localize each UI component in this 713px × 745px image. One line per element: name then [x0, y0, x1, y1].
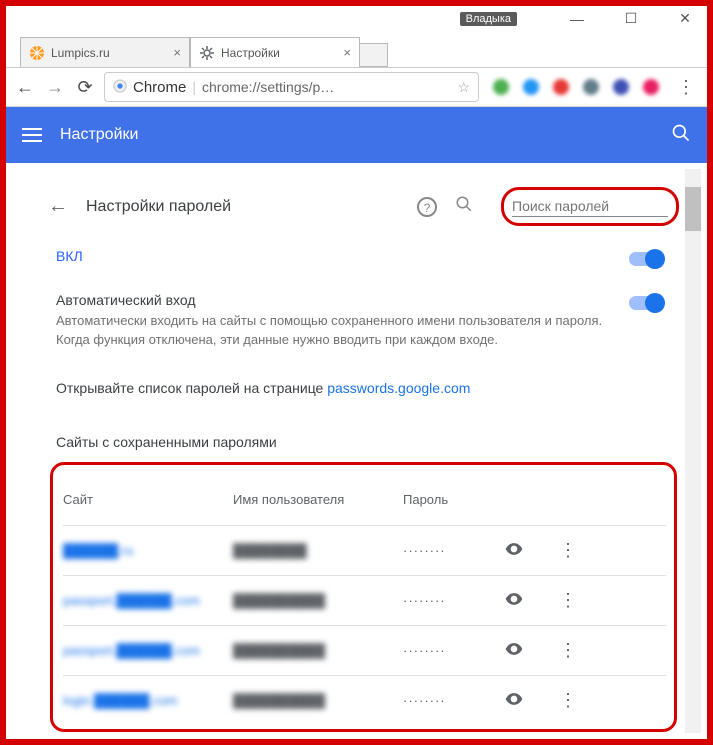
password-masked: ········ [403, 693, 503, 708]
tab-lumpics[interactable]: Lumpics.ru × [20, 37, 190, 67]
show-password-icon[interactable] [503, 539, 525, 561]
menu-icon[interactable] [22, 128, 42, 142]
settings-content: ← Настройки паролей ? ВКЛ Автоматический… [12, 169, 701, 733]
passwords-google-link[interactable]: passwords.google.com [327, 380, 470, 396]
password-site[interactable]: passport.██████.com [63, 593, 233, 608]
toolbar: ← → ⟳ Chrome | chrome://settings/p… ☆ ⋮ [6, 67, 707, 107]
password-site[interactable]: passport.██████.com [63, 643, 233, 658]
password-masked: ········ [403, 543, 503, 558]
table-row: passport.██████.com ██████████ ········ … [63, 625, 666, 675]
password-masked: ········ [403, 643, 503, 658]
chrome-icon [113, 79, 127, 96]
on-label: ВКЛ [56, 248, 615, 264]
help-icon[interactable]: ? [417, 197, 437, 217]
password-username: ██████████ [233, 593, 403, 608]
password-username: ██████████ [233, 643, 403, 658]
window-titlebar: Владыка — ☐ ✕ [6, 6, 707, 31]
settings-header: Настройки [6, 107, 707, 163]
table-row: passport.██████.com ██████████ ········ … [63, 575, 666, 625]
extension-icon[interactable] [553, 79, 569, 95]
saved-passwords-table: Сайт Имя пользователя Пароль ██████.ru █… [50, 462, 677, 732]
row-menu-button[interactable]: ⋮ [553, 690, 583, 711]
forward-button: → [44, 77, 66, 98]
row-menu-button[interactable]: ⋮ [553, 640, 583, 661]
show-password-icon[interactable] [503, 689, 525, 711]
show-password-icon[interactable] [503, 589, 525, 611]
extension-icon[interactable] [613, 79, 629, 95]
close-icon[interactable]: × [173, 45, 181, 60]
password-username: ██████████ [233, 693, 403, 708]
header-site: Сайт [63, 492, 233, 507]
search-icon[interactable] [671, 123, 691, 148]
new-tab-button[interactable] [360, 43, 388, 67]
back-arrow-icon[interactable]: ← [48, 195, 68, 218]
offer-passwords-row: ВКЛ [56, 248, 663, 266]
table-row: ██████.ru ████████ ········ ⋮ [63, 525, 666, 575]
window-minimize-button[interactable]: — [565, 11, 589, 27]
extension-icon[interactable] [523, 79, 539, 95]
passwords-subheader: ← Настройки паролей ? [12, 169, 701, 232]
scrollbar[interactable] [685, 169, 701, 733]
tab-label: Lumpics.ru [51, 46, 110, 60]
subpage-title: Настройки паролей [86, 198, 231, 216]
tab-strip: Lumpics.ru × Настройки × [6, 31, 707, 67]
table-header-row: Сайт Имя пользователя Пароль [63, 475, 666, 525]
row-menu-button[interactable]: ⋮ [553, 590, 583, 611]
bookmark-star-icon[interactable]: ☆ [457, 79, 470, 96]
password-username: ████████ [233, 543, 403, 558]
gear-icon [199, 45, 215, 61]
header-password: Пароль [403, 492, 503, 507]
row-menu-button[interactable]: ⋮ [553, 540, 583, 561]
extension-icon[interactable] [643, 79, 659, 95]
auto-signin-row: Автоматический вход Автоматически входит… [56, 292, 663, 350]
extension-icon[interactable] [583, 79, 599, 95]
auto-signin-description: Автоматически входить на сайты с помощью… [56, 312, 615, 350]
profile-chip[interactable]: Владыка [460, 12, 517, 26]
close-icon[interactable]: × [343, 45, 351, 60]
window-close-button[interactable]: ✕ [673, 10, 697, 27]
offer-passwords-toggle[interactable] [629, 252, 663, 266]
extensions-area [487, 79, 665, 95]
extension-icon[interactable] [493, 79, 509, 95]
window-maximize-button[interactable]: ☐ [619, 10, 643, 27]
back-button[interactable]: ← [14, 77, 36, 98]
page-title: Настройки [60, 126, 138, 144]
auto-signin-toggle[interactable] [629, 296, 663, 310]
browser-menu-button[interactable]: ⋮ [673, 77, 699, 98]
url-text: chrome://settings/p… [202, 79, 334, 95]
password-site[interactable]: ██████.ru [63, 543, 233, 558]
header-username: Имя пользователя [233, 492, 403, 507]
search-passwords-highlight [501, 187, 679, 226]
reload-button[interactable]: ⟳ [74, 77, 96, 98]
password-masked: ········ [403, 593, 503, 608]
show-password-icon[interactable] [503, 639, 525, 661]
scrollbar-thumb[interactable] [685, 187, 701, 231]
address-bar[interactable]: Chrome | chrome://settings/p… ☆ [104, 72, 479, 102]
search-passwords-input[interactable] [512, 196, 668, 217]
url-scheme-label: Chrome [133, 79, 186, 96]
table-row: login.██████.com ██████████ ········ ⋮ [63, 675, 666, 725]
search-icon [455, 195, 473, 218]
tab-label: Настройки [221, 46, 280, 60]
saved-passwords-title: Сайты с сохраненными паролями [56, 434, 701, 450]
tab-settings[interactable]: Настройки × [190, 37, 360, 67]
passwords-link-prefix: Открывайте список паролей на странице [56, 380, 327, 396]
favicon-icon [29, 45, 45, 61]
password-site[interactable]: login.██████.com [63, 693, 233, 708]
auto-signin-title: Автоматический вход [56, 292, 615, 308]
